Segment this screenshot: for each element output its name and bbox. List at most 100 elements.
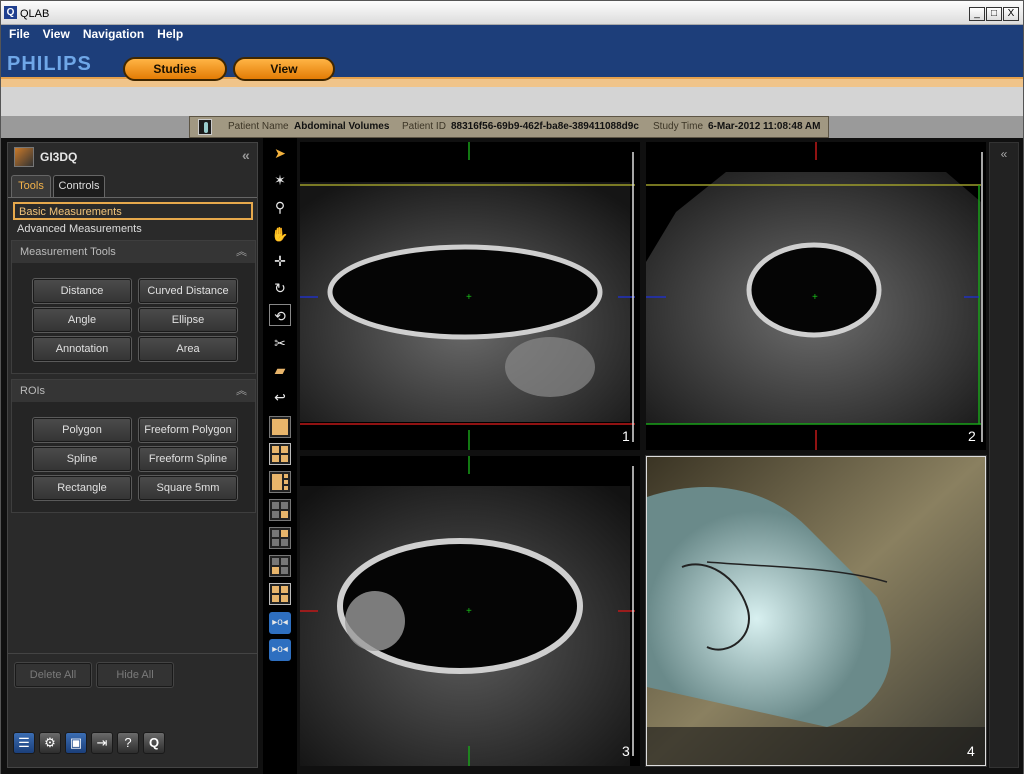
- panel-footer: ☰ ⚙ ▣ ⇥ ? Q: [8, 729, 257, 767]
- viewport-4[interactable]: 4: [645, 455, 987, 767]
- patient-id-label: Patient ID: [402, 121, 446, 132]
- volume-render-3d: [647, 457, 985, 765]
- scissors-icon[interactable]: ✂: [269, 332, 291, 354]
- menu-bar: File View Navigation Help: [1, 25, 188, 45]
- export-icon[interactable]: ⇥: [91, 732, 113, 754]
- studies-button[interactable]: Studies: [123, 57, 227, 81]
- window-title: QLAB: [20, 8, 50, 20]
- basic-measurements-item[interactable]: Basic Measurements: [13, 202, 253, 220]
- rotate-3d-icon[interactable]: ⟲: [269, 304, 291, 326]
- layout-quad-d-icon[interactable]: [269, 583, 291, 605]
- viewport-1[interactable]: + 1: [300, 142, 640, 450]
- patient-icon: [198, 119, 212, 135]
- viewport-2-label: 2: [968, 428, 976, 444]
- right-collapse-bar[interactable]: «: [989, 142, 1019, 768]
- tool-strip: ➤ ✶ ⚲ ✋ ✛ ↻ ⟲ ✂ ▰ ↩ ▸o◂ ▸o◂: [263, 138, 297, 774]
- patient-id: 88316f56-69b9-462f-ba8e-389411088d9c: [451, 121, 639, 132]
- layout-2x2-icon[interactable]: [269, 443, 291, 465]
- menu-navigation[interactable]: Navigation: [83, 25, 144, 45]
- patient-name: Abdominal Volumes: [294, 121, 390, 132]
- undo-icon[interactable]: ↩: [269, 386, 291, 408]
- measurement-tools-header[interactable]: Measurement Tools ︽: [12, 241, 255, 263]
- toolbar-strip: [1, 87, 1023, 116]
- viewport-2[interactable]: + 2: [646, 142, 986, 450]
- layout-1up-icon[interactable]: [269, 416, 291, 438]
- measurement-tools-section: Measurement Tools ︽ Distance Curved Dista…: [11, 240, 256, 374]
- polygon-button[interactable]: Polygon: [32, 417, 132, 443]
- svg-text:+: +: [466, 292, 472, 303]
- viewport-1-label: 1: [622, 428, 630, 444]
- tab-divider: [8, 197, 257, 198]
- qlab-icon[interactable]: Q: [143, 732, 165, 754]
- panel-header: GI3DQ «: [8, 143, 257, 171]
- zoom-icon[interactable]: ⚲: [269, 196, 291, 218]
- gi3dq-icon: [14, 147, 34, 167]
- angle-button[interactable]: Angle: [32, 307, 132, 333]
- ultrasound-image-2: +: [646, 142, 986, 450]
- ultrasound-image-1: +: [300, 142, 640, 450]
- menu-file[interactable]: File: [9, 25, 30, 45]
- translate-icon[interactable]: ✛: [269, 250, 291, 272]
- rois-section: ROIs ︽ Polygon Freeform Polygon Spline Fr…: [11, 379, 256, 513]
- help-icon[interactable]: ?: [117, 732, 139, 754]
- hide-all-button[interactable]: Hide All: [96, 662, 174, 688]
- delete-all-button[interactable]: Delete All: [14, 662, 92, 688]
- tools-panel: GI3DQ « Tools Controls Basic Measurement…: [7, 142, 258, 768]
- patient-info-bar: Patient Name Abdominal Volumes Patient I…: [189, 116, 829, 138]
- title-bar: Q QLAB _ □ X: [1, 1, 1023, 25]
- header-band: File View Navigation Help PHILIPS Studie…: [1, 25, 1023, 87]
- tab-controls[interactable]: Controls: [53, 175, 105, 197]
- menu-help[interactable]: Help: [157, 25, 183, 45]
- mpr-reset-icon[interactable]: ▸o◂: [269, 639, 291, 661]
- panel-title: GI3DQ: [40, 150, 78, 164]
- panel-collapse-button[interactable]: «: [242, 147, 250, 163]
- pan-hand-icon[interactable]: ✋: [269, 223, 291, 245]
- qlab-window: Q QLAB _ □ X File View Navigation Help P…: [0, 0, 1024, 774]
- area-button[interactable]: Area: [138, 336, 238, 362]
- rectangle-button[interactable]: Rectangle: [32, 475, 132, 501]
- view-button[interactable]: View: [233, 57, 335, 81]
- maximize-button[interactable]: □: [986, 7, 1002, 21]
- tab-tools[interactable]: Tools: [11, 175, 51, 197]
- close-button[interactable]: X: [1003, 7, 1019, 21]
- collapse-chevron-icon[interactable]: ︽: [236, 380, 247, 402]
- svg-text:+: +: [466, 606, 472, 617]
- viewport-3-label: 3: [622, 743, 630, 759]
- distance-button[interactable]: Distance: [32, 278, 132, 304]
- layout-quad-c-icon[interactable]: [269, 555, 291, 577]
- layout-quad-b-icon[interactable]: [269, 527, 291, 549]
- viewport-3[interactable]: + 3: [300, 456, 640, 766]
- app-icon: Q: [4, 6, 17, 19]
- menu-view[interactable]: View: [43, 25, 70, 45]
- ellipse-button[interactable]: Ellipse: [138, 307, 238, 333]
- layout-quad-a-icon[interactable]: [269, 499, 291, 521]
- minimize-button[interactable]: _: [969, 7, 985, 21]
- svg-text:+: +: [812, 292, 818, 303]
- rois-header[interactable]: ROIs ︽: [12, 380, 255, 402]
- window-level-icon[interactable]: ✶: [269, 169, 291, 191]
- square-5mm-button[interactable]: Square 5mm: [138, 475, 238, 501]
- select-arrow-icon[interactable]: ➤: [269, 142, 291, 164]
- mpr-sync-icon[interactable]: ▸o◂: [269, 612, 291, 634]
- philips-logo: PHILIPS: [7, 53, 92, 75]
- ultrasound-image-3: +: [300, 456, 635, 766]
- study-time: 6-Mar-2012 11:08:48 AM: [708, 121, 821, 132]
- right-collapse-icon[interactable]: «: [1001, 147, 1008, 161]
- patient-name-label: Patient Name: [228, 121, 289, 132]
- freeform-spline-button[interactable]: Freeform Spline: [138, 446, 238, 472]
- panel-divider: [8, 653, 257, 654]
- series-icon[interactable]: ☰: [13, 732, 35, 754]
- save-icon[interactable]: ▣: [65, 732, 87, 754]
- rotate-icon[interactable]: ↻: [269, 277, 291, 299]
- advanced-measurements-item[interactable]: Advanced Measurements: [13, 221, 253, 239]
- annotation-button[interactable]: Annotation: [32, 336, 132, 362]
- curved-distance-button[interactable]: Curved Distance: [138, 278, 238, 304]
- collapse-chevron-icon[interactable]: ︽: [236, 241, 247, 263]
- freeform-polygon-button[interactable]: Freeform Polygon: [138, 417, 238, 443]
- eraser-icon[interactable]: ▰: [269, 359, 291, 381]
- spline-button[interactable]: Spline: [32, 446, 132, 472]
- study-time-label: Study Time: [653, 121, 704, 132]
- layout-1-3-icon[interactable]: [269, 471, 291, 493]
- viewport-4-label: 4: [967, 743, 975, 759]
- settings-icon[interactable]: ⚙: [39, 732, 61, 754]
